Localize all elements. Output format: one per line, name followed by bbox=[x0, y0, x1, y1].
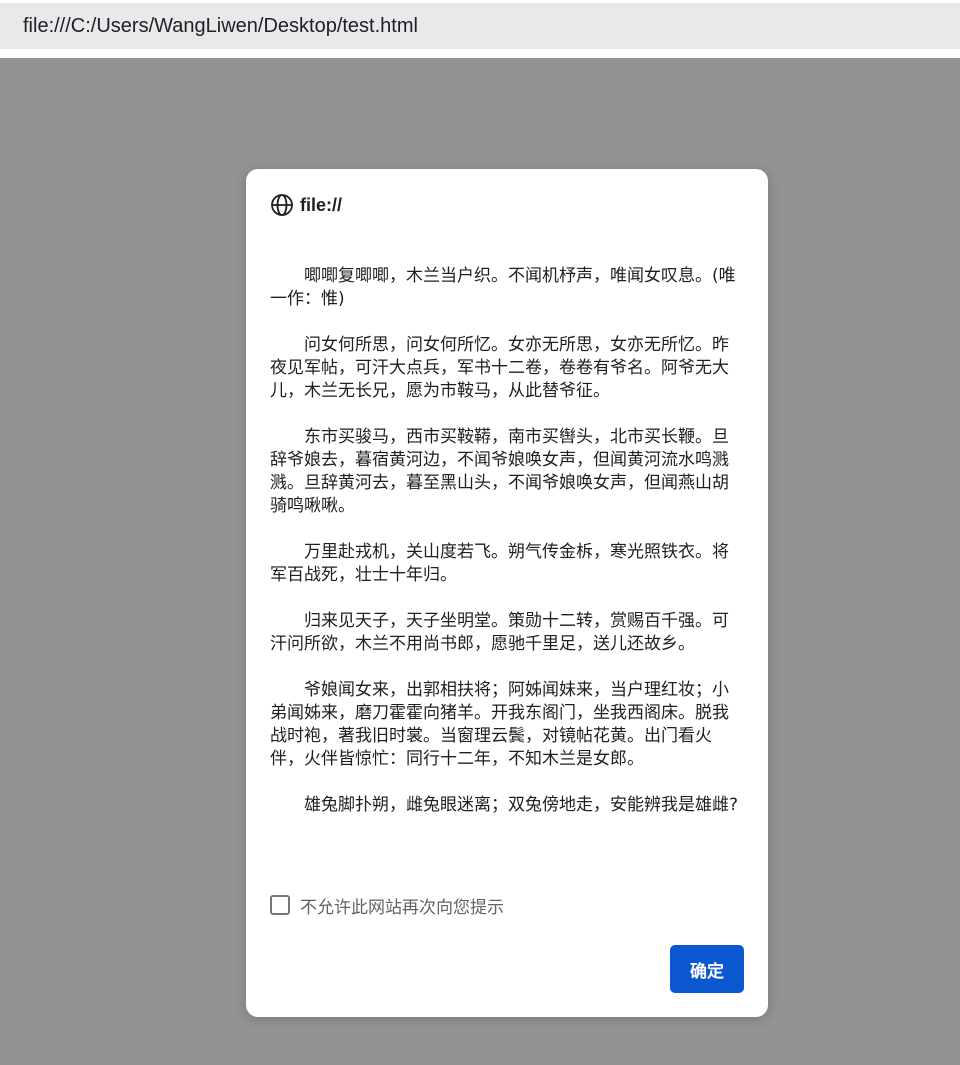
suppress-dialogs-checkbox[interactable] bbox=[270, 895, 290, 915]
toolbar-divider bbox=[0, 50, 960, 58]
dialog-origin: file:// bbox=[300, 194, 343, 215]
url-text[interactable]: file:///C:/Users/WangLiwen/Desktop/test.… bbox=[23, 13, 418, 39]
message-paragraph: 归来见天子，天子坐明堂。策勋十二转，赏赐百千强。可汗问所欲，木兰不用尚书郎，愿驰… bbox=[270, 611, 729, 654]
dialog-header: file:// bbox=[270, 193, 342, 217]
suppress-dialogs-label[interactable]: 不允许此网站再次向您提示 bbox=[300, 893, 504, 918]
alert-dialog: file:// 唧唧复唧唧，木兰当户织。不闻机杼声，唯闻女叹息。(唯 一作：惟)… bbox=[246, 169, 768, 1017]
message-paragraph: 万里赴戎机，关山度若飞。朔气传金柝，寒光照铁衣。将军百战死，壮士十年归。 bbox=[270, 542, 729, 585]
message-paragraph: 唧唧复唧唧，木兰当户织。不闻机杼声，唯闻女叹息。(唯 一作：惟) bbox=[270, 266, 736, 309]
message-paragraph: 东市买骏马，西市买鞍鞯，南市买辔头，北市买长鞭。旦辞爷娘去，暮宿黄河边，不闻爷娘… bbox=[270, 427, 729, 516]
message-paragraph: 爷娘闻女来，出郭相扶将；阿姊闻妹来，当户理红妆；小弟闻姊来，磨刀霍霍向猪羊。开我… bbox=[270, 680, 729, 769]
message-paragraph: 雄兔脚扑朔，雌兔眼迷离；双兔傍地走，安能辨我是雄雌? bbox=[304, 795, 739, 815]
ok-button[interactable]: 确定 bbox=[670, 945, 744, 993]
message-paragraph: 问女何所思，问女何所忆。女亦无所思，女亦无所忆。昨夜见军帖，可汗大点兵，军书十二… bbox=[270, 335, 729, 401]
dialog-message: 唧唧复唧唧，木兰当户织。不闻机杼声，唯闻女叹息。(唯 一作：惟) 问女何所思，问… bbox=[270, 265, 742, 840]
globe-icon bbox=[271, 194, 293, 216]
browser-toolbar: file:///C:/Users/WangLiwen/Desktop/test.… bbox=[0, 0, 960, 50]
suppress-dialogs-option[interactable]: 不允许此网站再次向您提示 bbox=[270, 893, 504, 918]
